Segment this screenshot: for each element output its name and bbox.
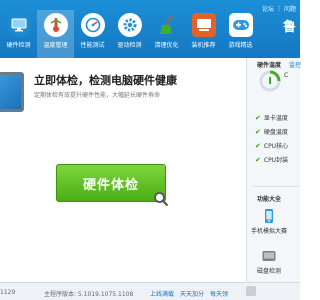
forum-link[interactable]: 论坛 [262,4,274,13]
hardware-check-button[interactable]: 硬件体检 [56,164,169,207]
leaf-icon: ✔ [255,127,261,136]
main-nav: 硬件检测 温度管理 性能测试 驱动检测 清理优化 装机推荐 游戏精选 [0,10,259,58]
page-subtitle: 定期体检有效提升硬件性能，大幅延长硬件寿命 [34,92,161,99]
tab-cleanup[interactable]: 清理优化 [148,10,185,58]
tab-performance[interactable]: 性能测试 [74,10,111,58]
hardware-temp-title: 硬件温度 [257,62,282,69]
status-link[interactable]: 天天加分 [180,289,204,298]
temp-item-gpu: ✔ 显卡温度 [255,113,288,123]
tab-label: 性能测试 [80,42,105,49]
magnifier-icon [154,192,169,207]
titlebar-links: 论坛 | 问题 [261,4,296,13]
status-bar: 1129 主程序版本: 5.1019.1075.1108 上线满载 天天加分 每… [0,282,300,300]
tab-label: 驱动检测 [117,42,142,49]
tab-label: 游戏精选 [228,42,253,49]
thermometer-icon [43,13,68,37]
temp-item-disk: ✔ 硬盘温度 [255,127,288,137]
db-version-text: 主程序版本: 5.1019.1075.1108 [44,291,134,298]
status-link[interactable]: 每天领 [210,289,228,298]
divider [253,186,299,187]
share-icon[interactable] [246,286,256,296]
tab-label: 温度管理 [43,42,68,49]
temp-item-cpu-core: ✔ CPU核心 [255,141,289,151]
tab-label: 清理优化 [154,42,179,49]
monitor-illustration [0,72,24,112]
temp-item-cpu-package: ✔ CPU封装 [255,155,289,165]
page-title: 立即体检，检测电脑硬件健康 [34,74,177,87]
temperature-gauge-icon [259,70,281,92]
main-pane: 立即体检，检测电脑硬件健康 定期体检有效提升硬件性能，大幅延长硬件寿命 硬件体检 [0,58,246,282]
monitor-icon [6,13,31,37]
status-link[interactable]: 上线满载 [150,289,174,298]
phone-icon [265,209,273,223]
leaf-icon: ✔ [255,155,261,164]
side-panel: 硬件温度 监控 C ✔ 显卡温度 ✔ 硬盘温度 ✔ CPU核心 ✔ CPU封装 … [246,58,301,282]
top-toolbar: 论坛 | 问题 硬件检测 温度管理 性能测试 驱动检测 清理优化 装机推荐 游戏… [0,0,300,58]
gamepad-icon [228,13,253,37]
broom-icon [155,13,179,37]
tools-title: 功能大全 [257,196,282,203]
tab-label: 硬件检测 [6,42,31,49]
leaf-icon: ✔ [255,113,261,122]
tab-driver[interactable]: 驱动检测 [111,10,148,58]
brand-logo: 鲁 [282,20,296,35]
gear-icon [117,13,142,37]
question-link[interactable]: 问题 [284,4,296,13]
disk-icon [262,251,276,261]
status-links: 上线满载 天天加分 每天领 [150,289,228,298]
computer-icon [191,13,216,37]
version-text: 1129 [0,289,16,296]
temp-monitor-link[interactable]: 监控 [289,60,301,69]
tab-build-recommend[interactable]: 装机推荐 [185,10,222,58]
tab-temperature[interactable]: 温度管理 [37,10,74,58]
leaf-icon: ✔ [255,141,261,150]
tab-games[interactable]: 游戏精选 [222,10,259,58]
temp-unit: C [284,72,289,79]
tool-phone-test[interactable]: 手机模拟大赛 [251,208,287,235]
hardware-check-button-label: 硬件体检 [82,177,139,193]
tab-label: 装机推荐 [191,42,216,49]
tab-hardware-check[interactable]: 硬件检测 [0,10,37,58]
speedometer-icon [80,13,105,37]
tool-disk-check[interactable]: 磁盘检测 [257,248,281,275]
